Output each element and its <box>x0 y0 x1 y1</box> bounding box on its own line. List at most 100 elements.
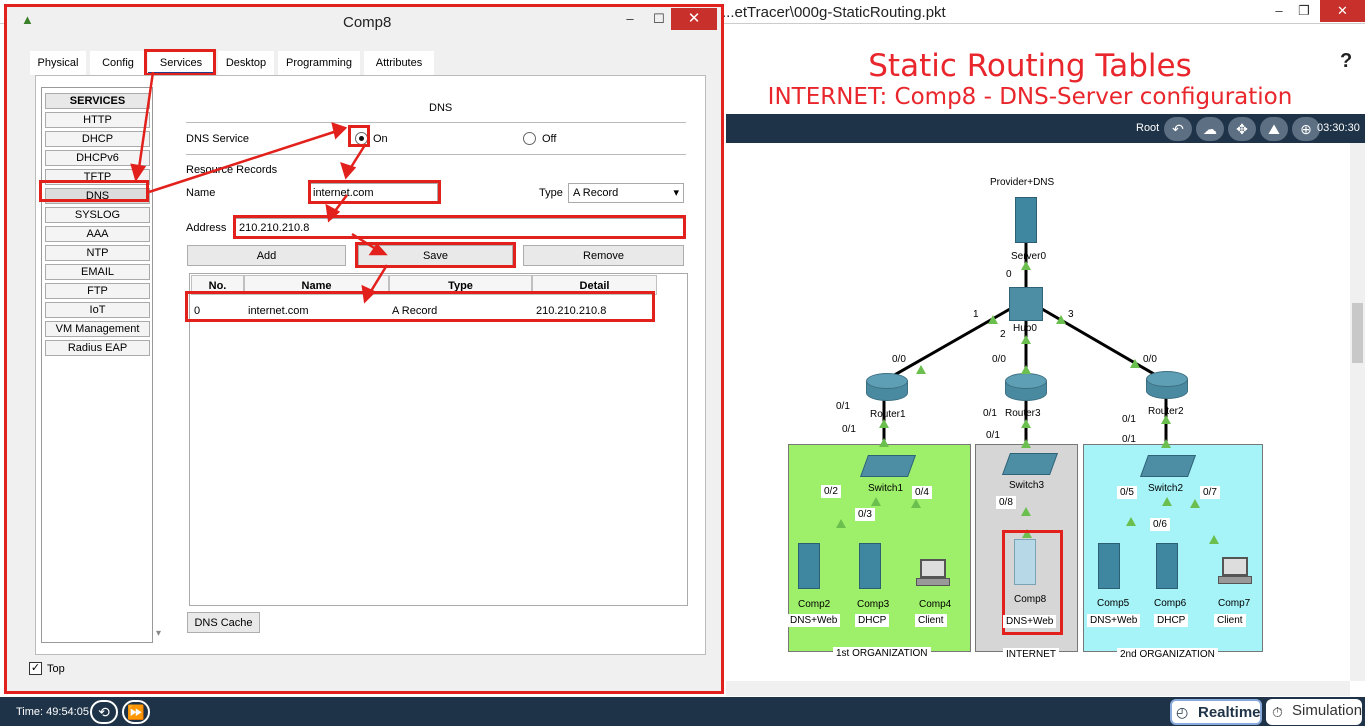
image-icon[interactable]: ⛰ <box>1260 117 1288 141</box>
host-name: Comp7 <box>1218 598 1251 609</box>
link-up-icon <box>1021 335 1031 344</box>
zone-label: INTERNET <box>1003 648 1059 661</box>
router-icon[interactable] <box>1005 373 1047 403</box>
link-up-icon <box>1209 535 1219 544</box>
switch1-name: Switch1 <box>868 483 904 494</box>
switch1-port: 0/4 <box>912 486 932 499</box>
realtime-label: Realtime <box>1198 704 1261 721</box>
link-up-icon <box>1130 359 1140 368</box>
simulation-label: Simulation <box>1292 702 1363 719</box>
banner-subtitle: INTERNET: Comp8 - DNS-Server configurati… <box>767 84 1293 110</box>
host-name: Comp4 <box>919 599 952 610</box>
workspace-toolbar: Root ↶ ☁ ✥ ⛰ ⊕ 03:30:30 <box>726 114 1365 143</box>
link-up-icon <box>1190 499 1200 508</box>
link-up-icon <box>1021 365 1031 374</box>
server-icon[interactable] <box>1014 539 1036 585</box>
vertical-scrollbar[interactable] <box>1350 143 1365 681</box>
switch3-port-up: 0/1 <box>986 430 1000 441</box>
server0-title: Provider+DNS <box>990 177 1055 188</box>
server-icon[interactable] <box>859 543 881 589</box>
server-icon[interactable] <box>798 543 820 589</box>
link-up-icon <box>836 519 846 528</box>
root-label[interactable]: Root <box>1136 122 1159 134</box>
horizontal-scrollbar[interactable] <box>726 681 1350 696</box>
host-role: DNS+Web <box>787 614 841 627</box>
sim-time: Time: 49:54:05 <box>16 706 89 718</box>
close-button[interactable]: ✕ <box>1320 0 1365 22</box>
annotation-arrows <box>130 71 389 304</box>
link-up-icon <box>879 438 889 447</box>
link-up-icon <box>1021 439 1031 448</box>
switch3-port: 0/8 <box>996 496 1016 509</box>
router1-port-top: 0/0 <box>892 354 906 365</box>
clock-icon: ◴ <box>1176 704 1189 720</box>
clock: 03:30:30 <box>1317 122 1360 134</box>
server-icon[interactable] <box>1098 543 1120 589</box>
router3-port-top: 0/0 <box>992 354 1006 365</box>
stopwatch-icon: ⏱ <box>1272 704 1283 720</box>
switch1-port: 0/3 <box>855 508 875 521</box>
link-up-icon <box>988 315 998 324</box>
server-icon[interactable] <box>1015 197 1037 243</box>
hub0-name: Hub0 <box>1013 323 1037 334</box>
server0-port: 0 <box>1006 269 1012 280</box>
link-up-icon <box>1021 507 1031 516</box>
router-icon[interactable] <box>866 373 908 403</box>
router2-port-top: 0/0 <box>1143 354 1157 365</box>
switch-icon[interactable] <box>859 455 917 477</box>
link-up-icon <box>1021 261 1031 270</box>
switch2-port: 0/5 <box>1117 486 1137 499</box>
link-up-icon <box>879 419 889 428</box>
host-role: DNS+Web <box>1003 615 1057 628</box>
switch1-port: 0/2 <box>821 485 841 498</box>
back-icon[interactable]: ↶ <box>1164 117 1192 141</box>
hub0-port-1: 1 <box>973 309 979 320</box>
laptop-icon[interactable] <box>1218 557 1252 587</box>
hub0-port-3: 3 <box>1068 309 1074 320</box>
switch-icon[interactable] <box>1139 455 1197 477</box>
cloud-icon[interactable]: ☁ <box>1196 117 1224 141</box>
help-icon[interactable]: ? <box>1340 50 1352 73</box>
main-window-title: ...etTracer\000g-StaticRouting.pkt <box>722 4 946 21</box>
logical-workspace[interactable]: Provider+DNS Server0 0 Hub0 1 2 3 0/0 Ro… <box>726 143 1350 681</box>
hub-icon[interactable] <box>1009 287 1043 321</box>
restore-button[interactable]: ❐ <box>1287 0 1321 22</box>
host-name: Comp2 <box>798 599 831 610</box>
host-role: DNS+Web <box>1087 614 1141 627</box>
reset-icon[interactable]: ⟲ <box>90 700 118 724</box>
switch2-port-up: 0/1 <box>1122 434 1136 445</box>
switch3-name: Switch3 <box>1009 480 1045 491</box>
router1-port-bottom: 0/1 <box>836 401 850 412</box>
link-up-icon <box>1056 315 1066 324</box>
hub0-port-2: 2 <box>1000 329 1006 340</box>
switch-icon[interactable] <box>1001 453 1059 475</box>
link-up-icon <box>1021 419 1031 428</box>
fast-forward-icon[interactable]: ⏩ <box>122 700 150 724</box>
switch1-port-up: 0/1 <box>842 424 856 435</box>
switch2-name: Switch2 <box>1148 483 1184 494</box>
link-up-icon <box>1161 415 1171 424</box>
router2-port-bottom: 0/1 <box>1122 414 1136 425</box>
host-role: Client <box>915 614 947 627</box>
link-up-icon <box>916 365 926 374</box>
comp8-dialog: ▲ Comp8 – ☐ ✕ Physical Config Services D… <box>4 4 724 694</box>
host-name: Comp6 <box>1154 598 1187 609</box>
router3-name: Router3 <box>1005 408 1041 419</box>
server-icon[interactable] <box>1156 543 1178 589</box>
host-name: Comp5 <box>1097 598 1130 609</box>
host-name: Comp3 <box>857 599 890 610</box>
move-icon[interactable]: ✥ <box>1228 117 1256 141</box>
scroll-thumb[interactable] <box>1352 303 1363 363</box>
switch2-port: 0/6 <box>1150 518 1170 531</box>
link-up-icon <box>911 499 921 508</box>
zone-label: 1st ORGANIZATION <box>833 647 931 660</box>
banner-title: Static Routing Tables <box>868 48 1192 84</box>
router-icon[interactable] <box>1146 371 1188 401</box>
cluster-icon[interactable]: ⊕ <box>1292 117 1320 141</box>
switch2-port: 0/7 <box>1200 486 1220 499</box>
laptop-icon[interactable] <box>916 559 950 589</box>
zone-label: 2nd ORGANIZATION <box>1117 648 1218 661</box>
link-up-icon <box>871 497 881 506</box>
host-role: Client <box>1214 614 1246 627</box>
link-up-icon <box>1162 497 1172 506</box>
